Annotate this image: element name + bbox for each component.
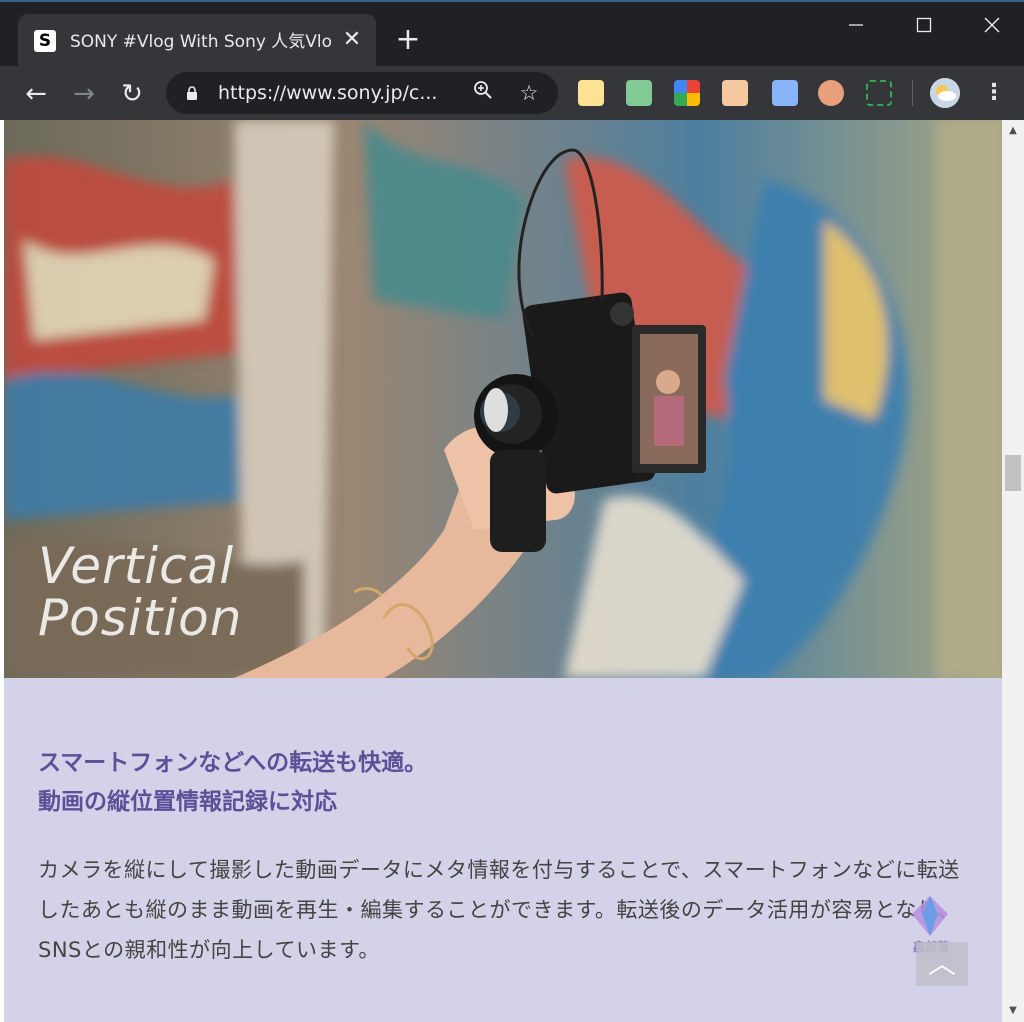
hero-caption: Vertical Position: [38, 540, 242, 644]
minimize-icon: [849, 24, 863, 26]
window-close-icon: [984, 17, 1000, 33]
reload-button[interactable]: ↻: [116, 78, 148, 110]
profile-avatar-icon[interactable]: [930, 78, 960, 108]
notes-extension-icon[interactable]: [578, 80, 604, 106]
tab-strip: S SONY #Vlog With Sony 人気Vlo ✕ +: [0, 0, 1024, 68]
feature-description: カメラを縦にして撮影した動画データにメタ情報を付与することで、スマートフォンなど…: [38, 858, 960, 962]
feature-heading-line2: 動画の縦位置情報記録に対応: [38, 789, 337, 815]
tab-close-icon[interactable]: ✕: [340, 28, 364, 52]
sony-favicon-icon: S: [34, 30, 56, 52]
hero-caption-line2: Position: [38, 589, 243, 647]
maximize-button[interactable]: [904, 12, 944, 40]
magnifier-plus-icon: [474, 81, 492, 99]
scroll-up-arrow-icon[interactable]: ▲: [1002, 120, 1024, 142]
minimize-button[interactable]: [836, 12, 876, 40]
new-tab-button[interactable]: +: [394, 25, 422, 55]
hero-caption-line1: Vertical: [38, 537, 235, 595]
box-face-extension-icon[interactable]: [722, 80, 748, 106]
pinwheel-extension-icon[interactable]: [674, 80, 700, 106]
feature-heading-line1: スマートフォンなどへの転送も快適。: [38, 750, 428, 776]
window-close-button[interactable]: [972, 12, 1012, 40]
watermark-diamond-icon: [912, 896, 948, 936]
page-scrollbar[interactable]: ▲ ▼: [1002, 120, 1024, 1022]
forward-button[interactable]: →: [68, 78, 100, 110]
back-button[interactable]: ←: [20, 78, 52, 110]
page-viewport: Vertical Position スマートフォンなどへの転送も快適。 動画の縦…: [0, 120, 1024, 1022]
share-extension-icon[interactable]: [772, 80, 798, 106]
back-to-top-button[interactable]: ︿: [916, 942, 968, 986]
browser-menu-icon[interactable]: ⋮: [982, 78, 1006, 108]
hero-image: Vertical Position: [4, 120, 1002, 678]
url-text[interactable]: https://www.sony.jp/c...: [218, 80, 458, 106]
browser-toolbar: ← → ↻ https://www.sony.jp/c... ☆ ⋮: [0, 66, 1024, 120]
scroll-thumb[interactable]: [1005, 455, 1021, 491]
toolbar-divider: [912, 80, 913, 106]
weather-avatar-icon: [930, 78, 960, 108]
feature-heading: スマートフォンなどへの転送も快適。 動画の縦位置情報記録に対応: [38, 744, 938, 822]
screen-capture-extension-icon[interactable]: [866, 80, 892, 106]
address-bar[interactable]: https://www.sony.jp/c... ☆: [166, 72, 558, 114]
mail-check-extension-icon[interactable]: [626, 80, 652, 106]
maximize-icon: [916, 17, 932, 33]
tab-title: SONY #Vlog With Sony 人気Vlo: [70, 32, 332, 52]
scroll-down-arrow-icon[interactable]: ▼: [1002, 1000, 1024, 1022]
bookmark-star-icon[interactable]: ☆: [516, 80, 542, 106]
avatar-extension-icon[interactable]: [818, 80, 844, 106]
lock-icon: [187, 86, 197, 100]
browser-tab-active[interactable]: S SONY #Vlog With Sony 人気Vlo ✕: [18, 14, 376, 68]
zoom-icon[interactable]: [470, 80, 496, 106]
feature-section: スマートフォンなどへの転送も快適。 動画の縦位置情報記録に対応 カメラを縦にして…: [4, 678, 1002, 1022]
